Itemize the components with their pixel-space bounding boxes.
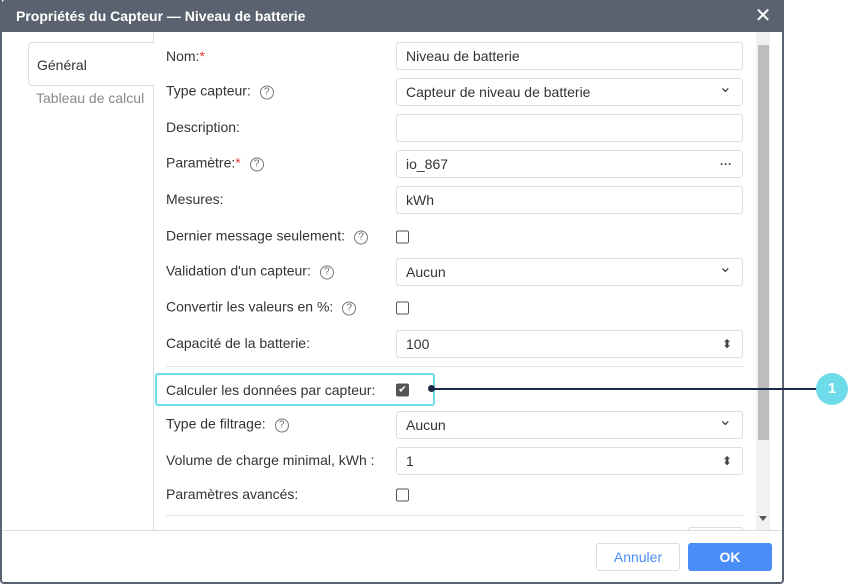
scroll-down-icon[interactable] [759, 516, 767, 521]
min-charge-input[interactable]: 1 ⬍ [396, 447, 743, 475]
parameter-label: Paramètre:*? [166, 155, 264, 172]
validation-select[interactable]: Aucun ⌄ [396, 258, 743, 286]
name-input[interactable]: Niveau de batterie [396, 42, 743, 70]
description-label: Description: [166, 119, 240, 135]
validation-label: Validation d'un capteur:? [166, 263, 334, 280]
help-icon[interactable]: ? [259, 85, 274, 100]
capacity-input[interactable]: 100 ⬍ [396, 330, 743, 358]
convert-percent-checkbox[interactable] [396, 301, 409, 315]
spinner-icon[interactable]: ⬍ [722, 331, 732, 357]
callout-line [432, 388, 822, 390]
divider [166, 366, 743, 367]
units-label: Mesures: [166, 191, 224, 207]
filter-type-label: Type de filtrage:? [166, 416, 289, 433]
scrollbar[interactable] [756, 32, 770, 530]
cancel-button[interactable]: Annuler [596, 543, 680, 571]
sensor-properties-dialog: Propriétés du Capteur — Niveau de batter… [0, 0, 784, 584]
sensor-type-label: Type capteur:? [166, 83, 274, 100]
scrollbar-thumb[interactable] [758, 45, 769, 440]
help-icon[interactable]: ? [249, 157, 264, 172]
help-icon[interactable]: ? [353, 230, 368, 245]
calculate-by-sensor-label: Calculer les données par capteur: [166, 382, 376, 398]
divider [166, 515, 743, 516]
capacity-label: Capacité de la batterie: [166, 335, 310, 351]
help-icon[interactable]: ? [342, 301, 357, 316]
tab-list: Général Tableau de calcul [28, 32, 155, 530]
help-icon[interactable]: ? [319, 265, 334, 280]
chevron-down-icon: ⌄ [718, 412, 732, 429]
calculate-by-sensor-checkbox[interactable]: ✔ [396, 383, 409, 397]
convert-percent-label: Convertir les valeurs en %:? [166, 299, 357, 316]
sensor-type-select[interactable]: Capteur de niveau de batterie ⌄ [396, 78, 743, 106]
more-icon[interactable]: ··· [720, 151, 732, 177]
ok-button[interactable]: OK [688, 543, 772, 571]
callout-badge: 1 [816, 373, 848, 405]
parameter-input[interactable]: io_867 ··· [396, 150, 743, 178]
spinner-icon[interactable]: ⬍ [722, 448, 732, 474]
description-input[interactable] [396, 114, 743, 142]
chevron-down-icon: ⌄ [718, 259, 732, 276]
close-icon[interactable]: ✕ [754, 6, 772, 26]
advanced-params-checkbox[interactable] [396, 488, 409, 502]
last-message-checkbox[interactable] [396, 230, 409, 244]
chevron-down-icon: ⌄ [718, 79, 732, 96]
units-input[interactable]: kWh [396, 186, 743, 214]
filter-type-select[interactable]: Aucun ⌄ [396, 411, 743, 439]
advanced-params-label: Paramètres avancés: [166, 486, 299, 502]
help-icon[interactable]: ? [274, 418, 289, 433]
dialog-title: Propriétés du Capteur — Niveau de batter… [2, 0, 782, 32]
footer-divider [2, 530, 782, 531]
min-charge-label: Volume de charge minimal, kWh : [166, 452, 375, 468]
last-message-label: Dernier message seulement:? [166, 228, 368, 245]
name-label: Nom:* [166, 48, 205, 64]
tab-calculation-table[interactable]: Tableau de calcul [28, 76, 154, 120]
